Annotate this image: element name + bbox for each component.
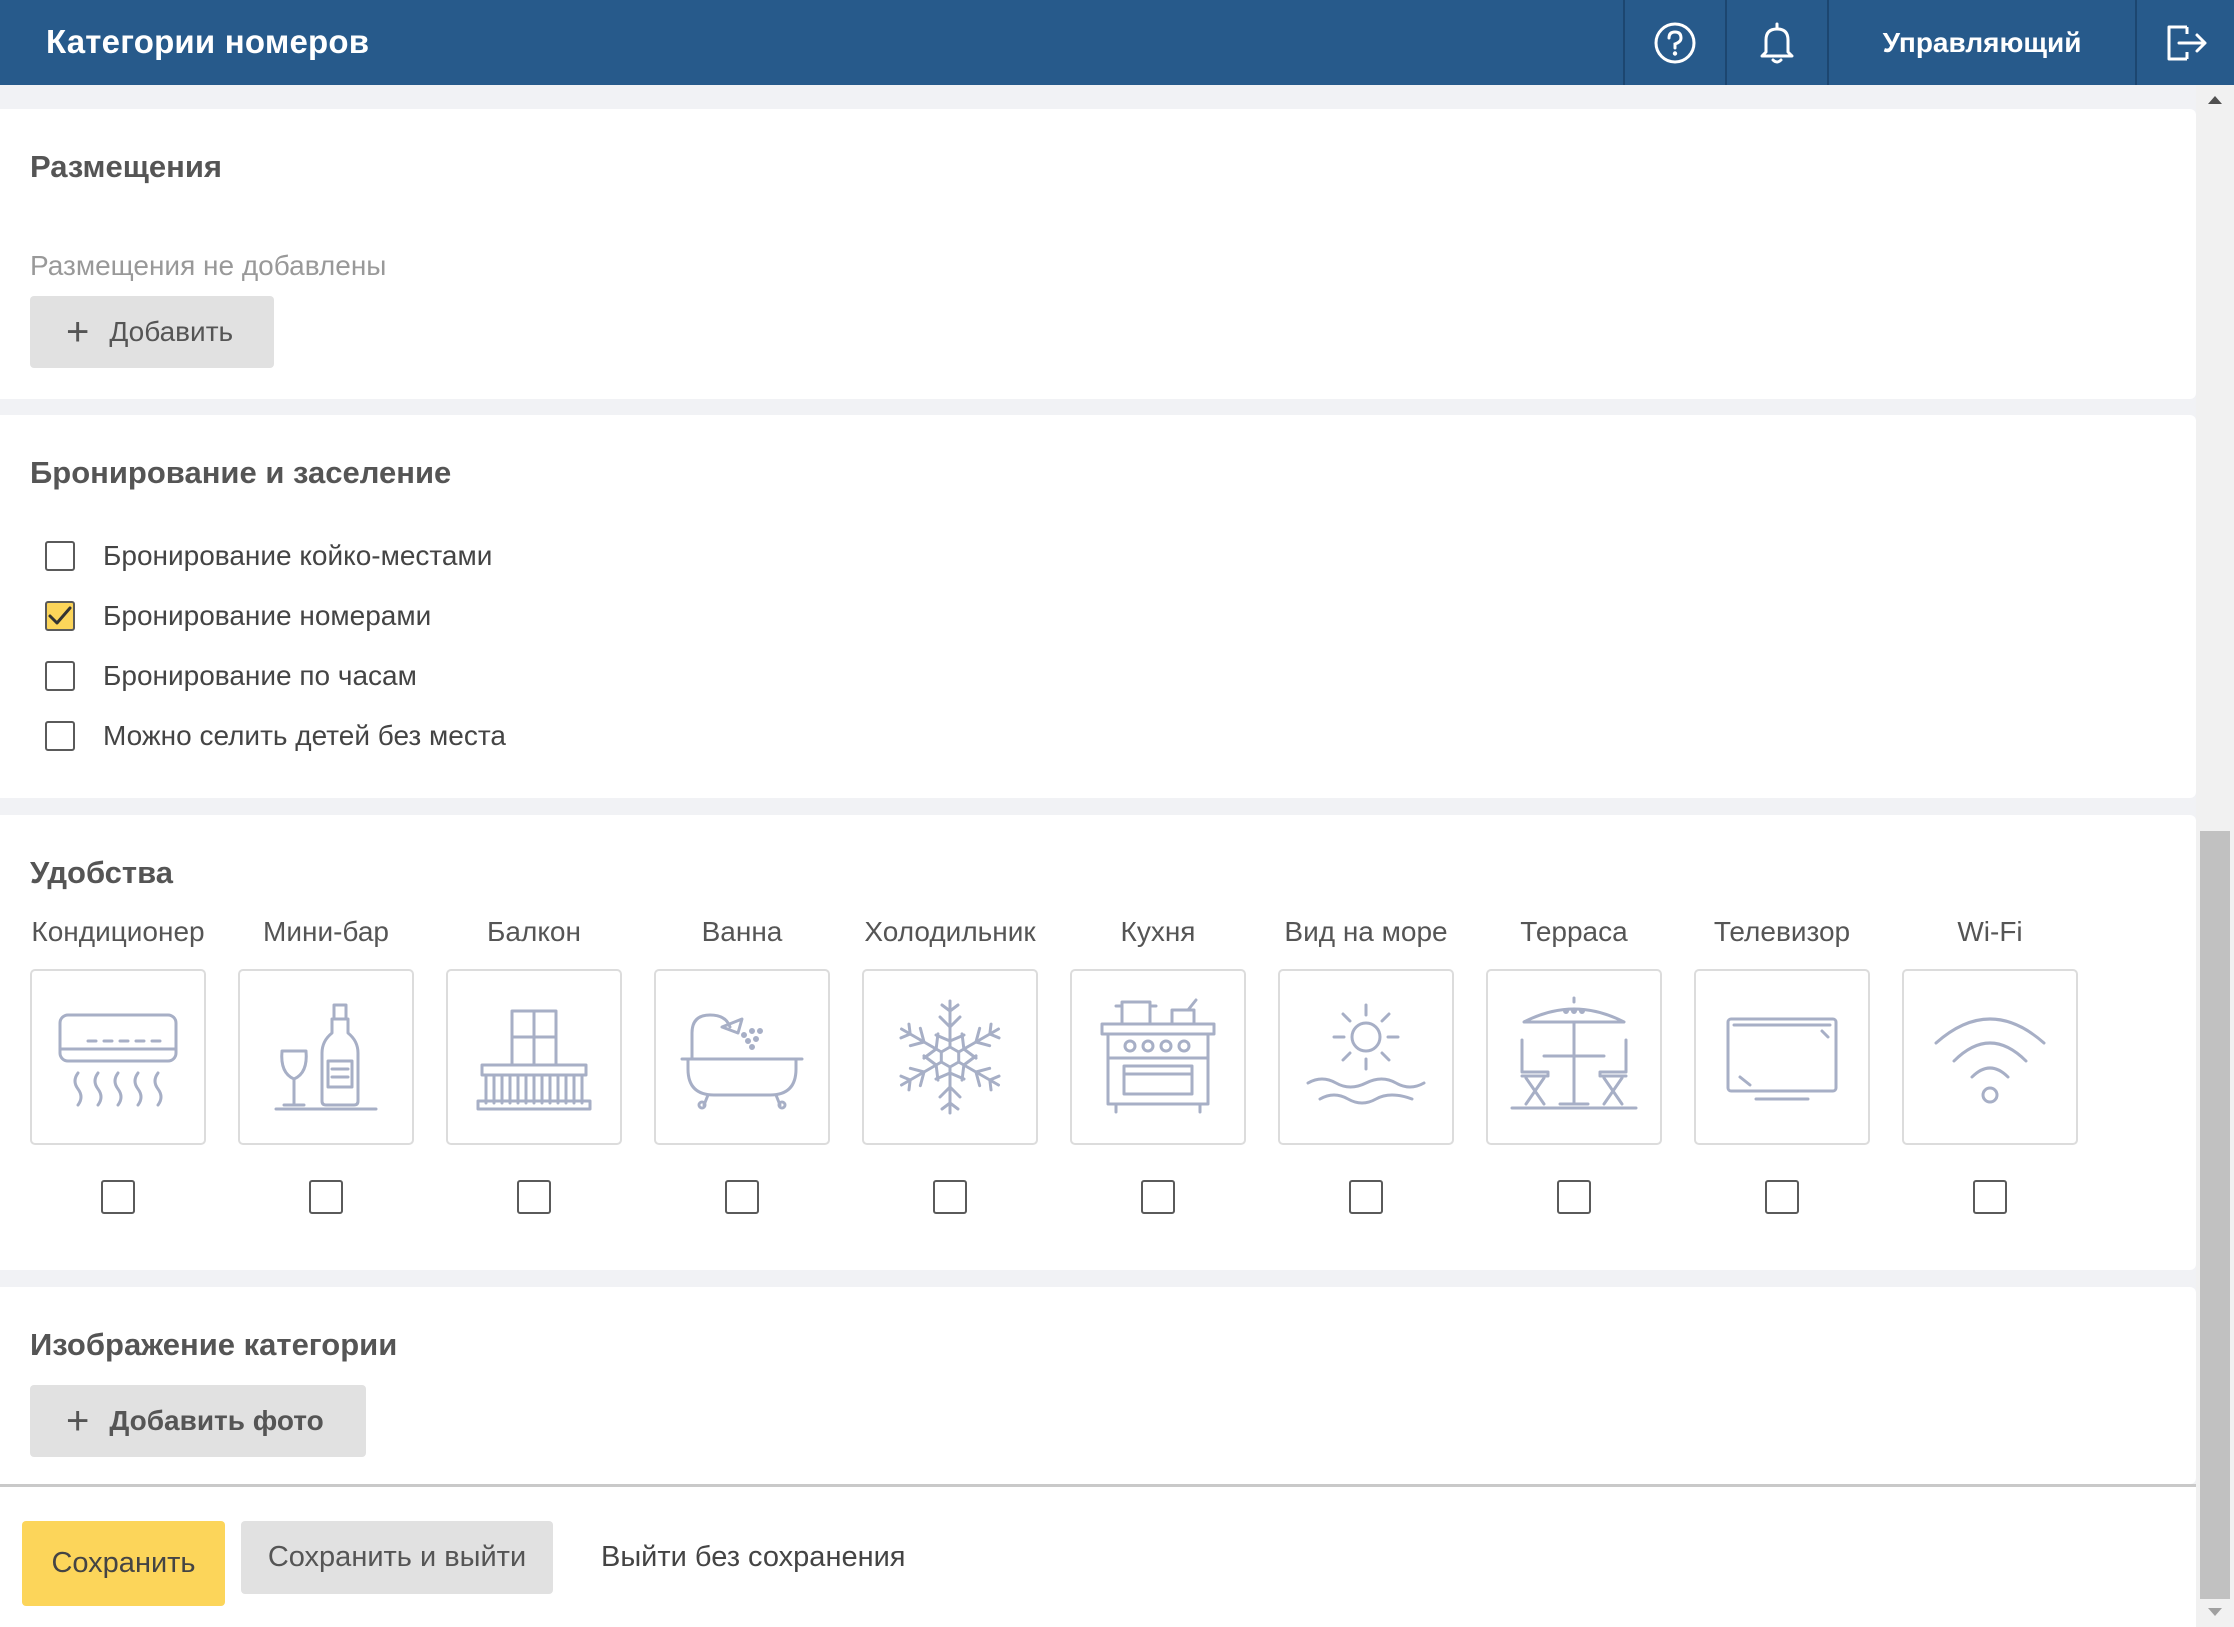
air-conditioner-icon bbox=[58, 1013, 178, 1107]
booking-option-label: Бронирование номерами bbox=[103, 600, 432, 631]
plus-icon: + bbox=[66, 1399, 90, 1443]
checkbox[interactable] bbox=[45, 721, 75, 751]
help-button[interactable] bbox=[1625, 0, 1725, 85]
page-title: Категории номеров bbox=[46, 23, 370, 60]
terrace-icon bbox=[1510, 996, 1638, 1110]
category-image-title: Изображение категории bbox=[30, 1327, 398, 1362]
amenity-tile[interactable] bbox=[654, 969, 830, 1145]
placements-title: Размещения bbox=[30, 149, 222, 184]
amenity-checkbox[interactable] bbox=[101, 1180, 135, 1214]
booking-option-hourly[interactable]: Бронирование по часам bbox=[45, 656, 417, 696]
amenity-label: Wi-Fi bbox=[1957, 916, 2023, 947]
amenities-grid: Кондиционер Мини-бар Балкон Ванна Холоди… bbox=[30, 916, 2130, 1226]
app-root: Категории номеров Управляющий Размещения… bbox=[0, 0, 2234, 1627]
stove-icon bbox=[1100, 998, 1216, 1114]
amenity-terrace: Терраса bbox=[1486, 916, 1662, 1216]
amenity-tile[interactable] bbox=[862, 969, 1038, 1145]
checkbox[interactable] bbox=[45, 541, 75, 571]
add-placement-button[interactable]: + Добавить bbox=[30, 296, 274, 368]
amenity-checkbox[interactable] bbox=[725, 1180, 759, 1214]
placements-empty-text: Размещения не добавлены bbox=[30, 250, 387, 281]
amenities-title: Удобства bbox=[30, 855, 173, 890]
booking-section: Бронирование и заселение Бронирование ко… bbox=[0, 415, 2196, 798]
amenity-bathtub: Ванна bbox=[654, 916, 830, 1216]
amenity-sea-view: Вид на море bbox=[1278, 916, 1454, 1216]
amenity-tile[interactable] bbox=[446, 969, 622, 1145]
amenity-tv: Телевизор bbox=[1694, 916, 1870, 1216]
amenity-tile[interactable] bbox=[1070, 969, 1246, 1145]
add-placement-label: Добавить bbox=[109, 316, 234, 347]
amenity-checkbox[interactable] bbox=[1141, 1180, 1175, 1214]
category-image-section: Изображение категории + Добавить фото bbox=[0, 1287, 2196, 1484]
plus-icon: + bbox=[66, 310, 90, 354]
amenity-tile[interactable] bbox=[1902, 969, 2078, 1145]
bell-icon bbox=[1760, 22, 1794, 63]
notifications-button[interactable] bbox=[1727, 0, 1827, 85]
snowflake-icon bbox=[893, 999, 1007, 1115]
amenity-kitchen: Кухня bbox=[1070, 916, 1246, 1216]
booking-option-label: Можно селить детей без места bbox=[103, 720, 506, 751]
logout-button[interactable] bbox=[2137, 0, 2234, 85]
amenity-checkbox[interactable] bbox=[309, 1180, 343, 1214]
amenity-tile[interactable] bbox=[1278, 969, 1454, 1145]
user-role-label: Управляющий bbox=[1882, 26, 2082, 58]
amenity-checkbox[interactable] bbox=[517, 1180, 551, 1214]
add-photo-label: Добавить фото bbox=[109, 1405, 324, 1436]
booking-option-children[interactable]: Можно селить детей без места bbox=[45, 716, 506, 756]
scroll-up-arrow[interactable] bbox=[2196, 85, 2234, 115]
booking-option-rooms[interactable]: Бронирование номерами bbox=[45, 596, 431, 636]
amenities-section: Удобства Кондиционер Мини-бар Балкон Ван… bbox=[0, 815, 2196, 1270]
booking-title: Бронирование и заселение bbox=[30, 455, 452, 490]
amenity-tile[interactable] bbox=[1486, 969, 1662, 1145]
exit-without-saving-button[interactable]: Выйти без сохранения bbox=[601, 1521, 906, 1594]
booking-option-label: Бронирование койко-местами bbox=[103, 540, 493, 571]
amenity-tile[interactable] bbox=[1694, 969, 1870, 1145]
amenity-checkbox[interactable] bbox=[1973, 1180, 2007, 1214]
amenity-checkbox[interactable] bbox=[1557, 1180, 1591, 1214]
amenity-checkbox[interactable] bbox=[933, 1180, 967, 1214]
wifi-icon bbox=[1934, 1017, 2046, 1104]
amenity-minibar: Мини-бар bbox=[238, 916, 414, 1216]
triangle-up-icon bbox=[2208, 96, 2222, 104]
checkmark-icon bbox=[48, 606, 72, 625]
booking-option-label: Бронирование по часам bbox=[103, 660, 417, 691]
amenity-checkbox[interactable] bbox=[1349, 1180, 1383, 1214]
question-circle-icon bbox=[1654, 22, 1696, 63]
scrollbar-thumb[interactable] bbox=[2200, 831, 2230, 1599]
amenity-balcony: Балкон bbox=[446, 916, 622, 1216]
booking-option-beds[interactable]: Бронирование койко-местами bbox=[45, 536, 492, 576]
content-area: Размещения Размещения не добавлены + Доб… bbox=[0, 85, 2196, 1484]
user-menu[interactable]: Управляющий bbox=[1829, 0, 2135, 85]
balcony-icon bbox=[476, 1009, 592, 1111]
add-photo-button[interactable]: + Добавить фото bbox=[30, 1385, 366, 1457]
tv-icon bbox=[1726, 1017, 1838, 1101]
scroll-down-arrow[interactable] bbox=[2196, 1597, 2234, 1627]
triangle-down-icon bbox=[2208, 1608, 2222, 1616]
placements-section: Размещения Размещения не добавлены + Доб… bbox=[0, 109, 2196, 399]
vertical-scrollbar[interactable] bbox=[2196, 85, 2234, 1627]
top-bar: Категории номеров Управляющий bbox=[0, 0, 2234, 85]
amenity-checkbox[interactable] bbox=[1765, 1180, 1799, 1214]
checkbox-checked[interactable] bbox=[45, 601, 75, 631]
checkbox[interactable] bbox=[45, 661, 75, 691]
amenity-wifi: Wi-Fi bbox=[1902, 916, 2078, 1216]
minibar-icon bbox=[274, 1003, 378, 1111]
save-and-exit-button[interactable]: Сохранить и выйти bbox=[241, 1521, 553, 1594]
bathtub-icon bbox=[680, 1013, 804, 1110]
amenity-fridge: Холодильник bbox=[862, 916, 1038, 1216]
footer-actions: Сохранить Сохранить и выйти Выйти без со… bbox=[0, 1484, 2196, 1627]
amenity-air-conditioner: Кондиционер bbox=[30, 916, 206, 1216]
amenity-tile[interactable] bbox=[30, 969, 206, 1145]
amenity-tile[interactable] bbox=[238, 969, 414, 1145]
logout-icon bbox=[2167, 25, 2206, 60]
save-button[interactable]: Сохранить bbox=[22, 1521, 225, 1606]
sea-view-icon bbox=[1306, 1003, 1426, 1105]
